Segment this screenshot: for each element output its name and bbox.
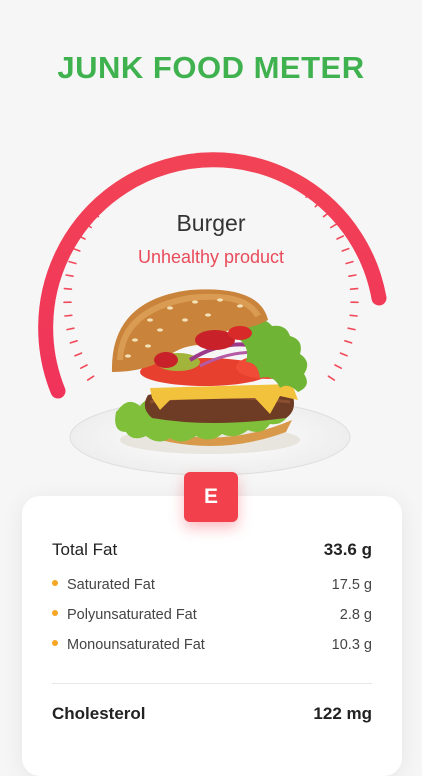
- nutrient-label: Polyunsaturated Fat: [67, 607, 197, 623]
- nutrition-card: Total Fat 33.6 g Saturated Fat 17.5 g Po…: [22, 496, 402, 776]
- meter-arc: [46, 160, 379, 391]
- total-fat-value: 33.6 g: [324, 540, 372, 560]
- meter-tick: [328, 376, 334, 380]
- nutrient-row: Monounsaturated Fat 10.3 g: [52, 637, 372, 653]
- product-name: Burger: [0, 210, 422, 237]
- meter-tick: [349, 275, 356, 276]
- meter-tick: [81, 365, 87, 368]
- bullet-icon: [52, 640, 58, 646]
- meter-tick: [67, 328, 74, 329]
- meter-tick: [348, 328, 355, 329]
- bullet-icon: [52, 610, 58, 616]
- cholesterol-label: Cholesterol: [52, 704, 146, 724]
- meter-tick: [335, 365, 341, 368]
- meter-tick: [351, 289, 358, 290]
- meter-tick: [345, 341, 352, 343]
- nutri-grade-badge: E: [184, 472, 238, 522]
- total-fat-label: Total Fat: [52, 540, 117, 560]
- meter-tick: [64, 289, 71, 290]
- meter-tick: [66, 275, 73, 276]
- burger-image: [70, 289, 350, 475]
- cholesterol-value: 122 mg: [313, 704, 372, 724]
- nutrient-value: 2.8 g: [340, 607, 372, 623]
- nutrient-label: Saturated Fat: [67, 577, 155, 593]
- total-fat-row: Total Fat 33.6 g: [52, 540, 372, 560]
- meter-tick: [70, 341, 77, 343]
- meter-tick: [341, 353, 348, 356]
- cholesterol-row: Cholesterol 122 mg: [52, 704, 372, 724]
- meter-tick: [75, 353, 82, 356]
- meter-tick: [350, 315, 357, 316]
- nutrient-value: 10.3 g: [332, 637, 372, 653]
- meter-tick: [88, 376, 94, 380]
- product-health-status: Unhealthy product: [0, 247, 422, 268]
- nutrient-row: Polyunsaturated Fat 2.8 g: [52, 607, 372, 623]
- nutrient-label: Monounsaturated Fat: [67, 637, 205, 653]
- meter-tick: [65, 315, 72, 316]
- nutrient-value: 17.5 g: [332, 577, 372, 593]
- bullet-icon: [52, 580, 58, 586]
- divider: [52, 683, 372, 684]
- nutrient-row: Saturated Fat 17.5 g: [52, 577, 372, 593]
